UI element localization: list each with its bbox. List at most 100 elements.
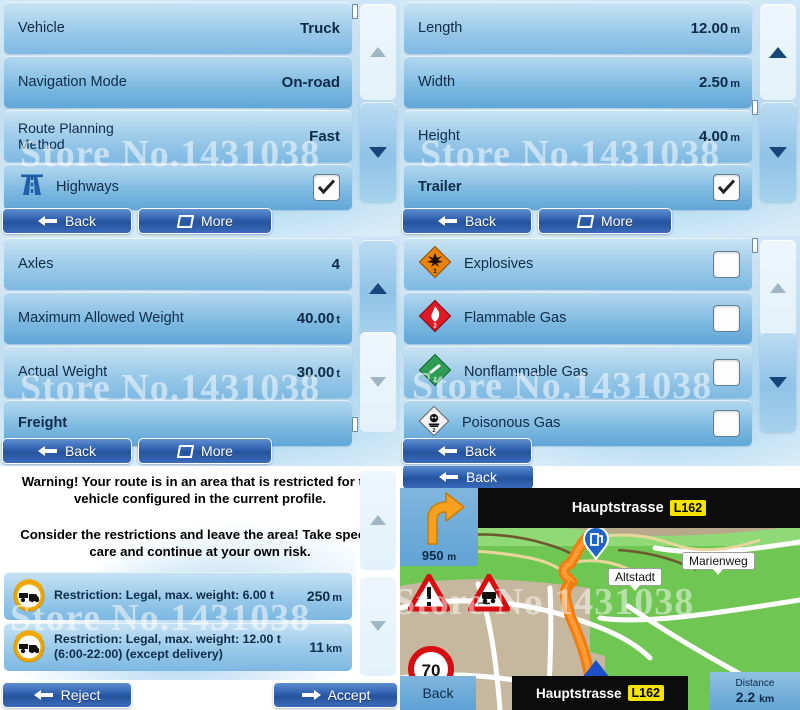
- row-nonflammable-gas[interactable]: 2 Nonflammable Gas: [404, 346, 752, 398]
- scroll-down-button[interactable]: [360, 332, 396, 432]
- scroll-handle[interactable]: [352, 4, 358, 19]
- row-navigation-mode[interactable]: Navigation Mode On-road: [4, 56, 352, 108]
- more-icon: [177, 214, 195, 228]
- back-button[interactable]: Back: [2, 208, 132, 234]
- chevron-up-icon: [370, 515, 386, 525]
- hazmat-scrollbar[interactable]: [752, 236, 800, 466]
- poisonous-gas-placard-icon: 2: [418, 405, 450, 442]
- row-trailer-label: Trailer: [418, 178, 462, 195]
- scroll-up-button[interactable]: [360, 240, 396, 336]
- row-height[interactable]: Height 4.00 m: [404, 110, 752, 162]
- panel-weights: Store No.1431038 Axles 4 Maximum Allowed…: [0, 236, 400, 466]
- place-label-marienweg: Marienweg: [682, 552, 755, 575]
- row-axles[interactable]: Axles 4: [4, 238, 352, 290]
- fuel-station-icon[interactable]: [582, 526, 610, 565]
- row-nonflammable-gas-label: Nonflammable Gas: [464, 363, 589, 380]
- row-width[interactable]: Width 2.50 m: [404, 56, 752, 108]
- hazmat-buttons: Back: [400, 438, 800, 466]
- more-button[interactable]: More: [538, 208, 672, 234]
- scroll-handle[interactable]: [752, 100, 758, 115]
- scroll-up-button[interactable]: [360, 470, 396, 570]
- highways-checkbox[interactable]: [313, 173, 340, 201]
- row-maximum-allowed-weight-label: Maximum Allowed Weight: [18, 309, 184, 326]
- row-flammable-gas[interactable]: 2 Flammable Gas: [404, 292, 752, 344]
- row-route-planning-method-label: Route Planning Method: [18, 119, 114, 152]
- road-shield-bottom: L162: [627, 685, 665, 701]
- left-arrow-icon: [438, 472, 458, 482]
- restriction-distance: 250 m: [306, 588, 342, 604]
- row-vehicle[interactable]: Vehicle Truck: [4, 2, 352, 54]
- flammable-gas-placard-icon: 2: [418, 299, 452, 338]
- panel-vehicle-profile: Store No.1431038 Vehicle Truck Navigatio…: [0, 0, 400, 236]
- more-icon: [577, 214, 595, 228]
- dimensions-buttons: Back More: [400, 208, 800, 236]
- scroll-down-button[interactable]: [360, 102, 396, 202]
- row-route-planning-method-value: Fast: [309, 127, 340, 145]
- row-trailer[interactable]: Trailer: [404, 164, 752, 210]
- restriction-distance: 11 km: [309, 639, 342, 655]
- map-back-button[interactable]: Back: [400, 676, 476, 710]
- row-maximum-allowed-weight[interactable]: Maximum Allowed Weight 40.00 t: [4, 292, 352, 344]
- left-arrow-icon: [37, 216, 57, 226]
- scroll-down-button[interactable]: [760, 102, 796, 202]
- dimensions-list: Length 12.00 m Width 2.50 m Height 4.00 m T…: [400, 0, 756, 236]
- row-highways[interactable]: Highways: [4, 164, 352, 210]
- row-highways-label: Highways: [56, 178, 119, 195]
- restriction-item[interactable]: Restriction: Legal, max. weight: 6.00 t …: [4, 572, 352, 620]
- left-arrow-icon: [33, 690, 53, 700]
- vehicle-profile-scrollbar[interactable]: [352, 0, 400, 236]
- row-flammable-gas-label: Flammable Gas: [464, 309, 567, 326]
- dimensions-scrollbar[interactable]: [752, 0, 800, 236]
- map-view[interactable]: 950 m Hauptstrasse L162 K61: [400, 488, 800, 710]
- more-button[interactable]: More: [138, 208, 272, 234]
- map-back-top-label: Back: [465, 469, 498, 485]
- scroll-handle[interactable]: [752, 238, 758, 253]
- explosives-checkbox[interactable]: [713, 250, 740, 278]
- back-button[interactable]: Back: [2, 438, 132, 464]
- reject-button[interactable]: Reject: [2, 682, 132, 708]
- scroll-down-button[interactable]: [760, 332, 796, 432]
- row-actual-weight-value: 30.00 t: [296, 363, 340, 381]
- trailer-checkbox[interactable]: [713, 173, 740, 201]
- back-button[interactable]: Back: [402, 208, 532, 234]
- accept-button-label: Accept: [327, 687, 371, 703]
- row-height-label: Height: [418, 127, 460, 144]
- row-poisonous-gas-label: Poisonous Gas: [462, 414, 561, 431]
- svg-text:2: 2: [432, 427, 435, 433]
- row-maximum-allowed-weight-value: 40.00 t: [296, 309, 340, 327]
- scroll-down-button[interactable]: [360, 576, 396, 676]
- flammable-gas-checkbox[interactable]: [713, 304, 740, 332]
- row-height-value: 4.00 m: [699, 127, 740, 145]
- row-freight-label: Freight: [18, 414, 68, 431]
- scroll-up-button[interactable]: [760, 4, 796, 100]
- back-button[interactable]: Back: [402, 438, 532, 464]
- chevron-up-icon: [370, 47, 386, 57]
- nonflammable-gas-checkbox[interactable]: [713, 358, 740, 386]
- poisonous-gas-checkbox[interactable]: [713, 409, 740, 437]
- row-route-planning-method[interactable]: Route Planning Method Fast: [4, 110, 352, 162]
- scroll-up-button[interactable]: [760, 240, 796, 336]
- warning-paragraph-1: Warning! Your route is in an area that i…: [21, 474, 379, 506]
- row-explosives[interactable]: 1 Explosives: [404, 238, 752, 290]
- accept-button[interactable]: Accept: [273, 682, 398, 708]
- restriction-text: Restriction: Legal, max. weight: 6.00 t: [54, 588, 275, 603]
- more-button[interactable]: More: [138, 438, 272, 464]
- scroll-up-button[interactable]: [360, 4, 396, 100]
- map-back-button-top[interactable]: Back: [402, 466, 534, 490]
- warning-scrollbar[interactable]: [356, 466, 400, 680]
- more-button-label: More: [201, 443, 233, 459]
- restriction-list: Restriction: Legal, max. weight: 6.00 t …: [0, 572, 356, 674]
- back-button-label: Back: [464, 213, 497, 229]
- map-top-bar: Back: [400, 466, 800, 490]
- distance-box[interactable]: Distance 2.2 km: [710, 672, 800, 710]
- right-arrow-icon: [301, 690, 321, 700]
- row-actual-weight-label: Actual Weight: [18, 363, 108, 380]
- scroll-handle[interactable]: [352, 417, 358, 432]
- row-length[interactable]: Length 12.00 m: [404, 2, 752, 54]
- back-button-label: Back: [64, 443, 97, 459]
- restriction-item[interactable]: Restriction: Legal, max. weight: 12.00 t…: [4, 623, 352, 671]
- more-icon: [177, 444, 195, 458]
- row-actual-weight[interactable]: Actual Weight 30.00 t: [4, 346, 352, 398]
- row-width-value: 2.50 m: [699, 73, 740, 91]
- weights-scrollbar[interactable]: [352, 236, 400, 466]
